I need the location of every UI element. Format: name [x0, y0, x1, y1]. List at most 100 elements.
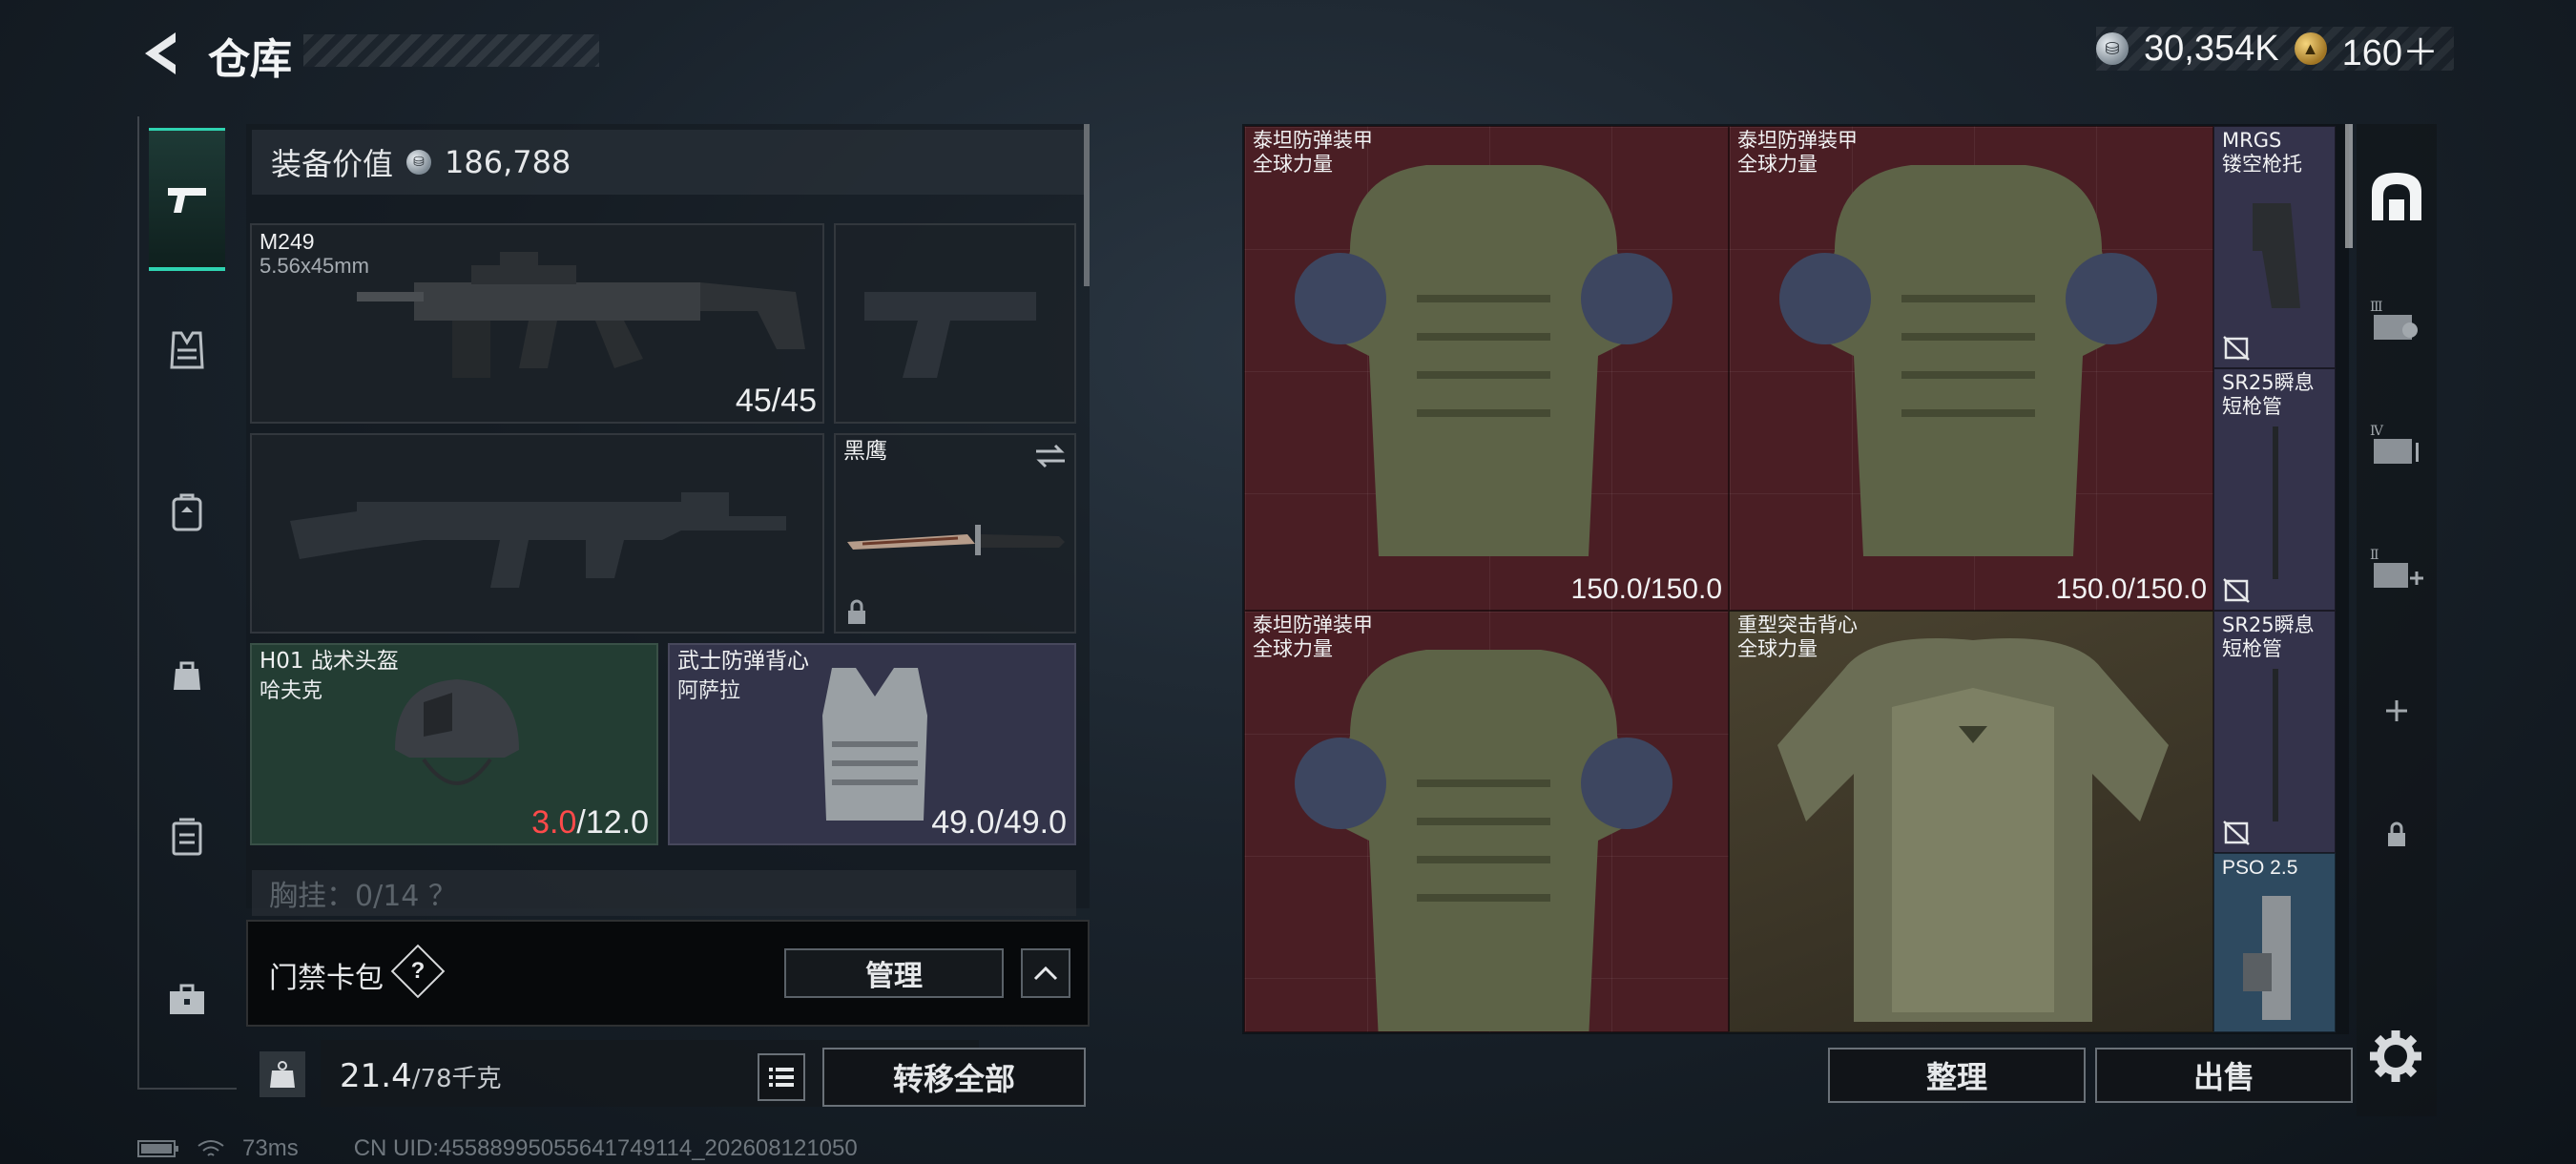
plus-icon [2386, 700, 2407, 721]
barrel-icon [2273, 669, 2278, 821]
vest-icon [170, 331, 204, 369]
weapon-ammo-count: 45/45 [735, 383, 817, 419]
page-title: 仓库 [208, 35, 292, 84]
stash-item-sr25-barrel[interactable]: SR25瞬息 短枪管 [2213, 368, 2336, 611]
item-name: SR25瞬息 短枪管 [2222, 371, 2315, 418]
weight-bar: 21.4/78千克 转移全部 [246, 1034, 1090, 1112]
stash-tab-icon: Ⅱ [2370, 548, 2423, 588]
item-name: SR25瞬息 短枪管 [2222, 613, 2315, 660]
chest-rig-capacity: 胸挂：0/14 ？ [269, 880, 457, 913]
item-name: MRGS 镂空枪托 [2222, 129, 2302, 176]
stash-item-titan-armor[interactable]: 泰坦防弹装甲 全球力量 150.0/150.0 [1244, 126, 1729, 611]
bag-icon [174, 661, 200, 690]
sell-button[interactable]: 出售 [2095, 1048, 2353, 1103]
stash-tab-icon: Ⅳ [2370, 424, 2419, 464]
armor-durability: 49.0/49.0 [931, 804, 1067, 841]
status-bar: 73ms CN UID:4558899505564174911​4_202608… [137, 1135, 858, 1162]
armor-icon [1295, 165, 1672, 556]
machine-gun-icon [357, 252, 805, 378]
item-durability: 150.0/150.0 [2055, 573, 2207, 605]
uninsured-icon [2223, 821, 2250, 845]
armor-icon [1779, 165, 2157, 556]
knife-icon [847, 525, 1065, 555]
primary-weapon-slot[interactable]: M249 5.56x45mm 45/45 [250, 223, 824, 424]
melee-slot[interactable]: 黑鹰 [834, 433, 1076, 634]
lock-icon [848, 599, 865, 624]
stash-scrollbar[interactable] [2345, 124, 2353, 248]
armor-name: 武士防弹背心 [677, 649, 809, 674]
nav-armor[interactable] [149, 279, 225, 422]
uninsured-icon [2223, 578, 2250, 603]
back-button[interactable] [134, 27, 191, 80]
body-armor-slot[interactable]: 武士防弹背心 阿萨拉 49.0/49.0 [668, 643, 1076, 845]
settings-button[interactable] [2366, 1027, 2425, 1086]
uid-text: CN UID:4558899505564174911​4_20260812105… [353, 1135, 858, 1161]
stash-page-2[interactable]: Ⅱ [2357, 515, 2437, 620]
pistol-placeholder-icon [864, 292, 1036, 378]
gold-currency-value: 160＋ [2341, 32, 2439, 73]
case-icon [172, 818, 202, 856]
stash-page-3[interactable]: Ⅲ [2357, 267, 2437, 372]
lock-icon [2388, 821, 2405, 846]
stash-item-mrgs-stock[interactable]: MRGS 镂空枪托 [2213, 126, 2336, 368]
vest-icon [822, 668, 927, 821]
chest-rig-row[interactable]: 胸挂：0/14 ？ [252, 870, 1076, 916]
equipment-scrollbar[interactable] [1084, 124, 1090, 286]
nav-weapons[interactable] [149, 128, 225, 271]
transfer-all-button[interactable]: 转移全部 [822, 1048, 1086, 1107]
secondary-weapon-slot-empty[interactable] [250, 433, 824, 634]
svg-text:Ⅲ: Ⅲ [2370, 300, 2383, 315]
silver-currency-value: 30,354K [2144, 28, 2279, 69]
stock-icon [2253, 203, 2300, 308]
nav-bag[interactable] [149, 603, 225, 746]
item-name: PSO 2.5 [2222, 857, 2298, 879]
armor-faction: 阿萨拉 [677, 679, 741, 703]
help-icon[interactable]: ? [390, 944, 446, 999]
gold-coin-icon: ▲ [2294, 32, 2327, 65]
helmet-slot[interactable]: H01 战术头盔 哈夫克 3.0/12.0 [250, 643, 658, 845]
vest-icon [1777, 638, 2169, 1022]
locked-stash-page[interactable] [2357, 782, 2437, 887]
pistol-slot-empty[interactable] [834, 223, 1076, 424]
sort-button[interactable]: 整理 [1828, 1048, 2086, 1103]
backpack-icon [172, 493, 202, 531]
manage-button[interactable]: 管理 [784, 948, 1004, 998]
uninsured-icon [2223, 336, 2250, 361]
stash-sidebar: Ⅲ Ⅳ Ⅱ [2357, 124, 2437, 1116]
helmet-name: H01 战术头盔 [260, 649, 399, 674]
battery-icon [137, 1140, 178, 1157]
item-durability: 150.0/150.0 [1570, 573, 1722, 605]
nav-toolbox[interactable] [149, 927, 225, 1070]
barrel-icon [2273, 426, 2278, 579]
title-decoration [303, 34, 599, 67]
warehouse-icon [2372, 173, 2421, 220]
weight-icon [260, 1051, 305, 1097]
armor-icon [1295, 650, 1672, 1031]
silver-coin-icon: ⛁ [2096, 32, 2129, 65]
stash-page-main[interactable] [2357, 143, 2437, 248]
stash-page-4[interactable]: Ⅳ [2357, 391, 2437, 496]
toolbox-icon [170, 984, 204, 1014]
stash-item-titan-armor[interactable]: 泰坦防弹装甲 全球力量 [1244, 611, 1729, 1032]
nav-backpack[interactable] [149, 441, 225, 584]
scope-icon [2243, 896, 2291, 1020]
list-view-button[interactable] [758, 1053, 805, 1101]
stash-item-sr25-barrel[interactable]: SR25瞬息 短枪管 [2213, 611, 2336, 853]
stash-item-pso-scope[interactable]: PSO 2.5 [2213, 853, 2336, 1032]
stash-tab-icon: Ⅲ [2370, 300, 2418, 340]
svg-text:Ⅳ: Ⅳ [2370, 424, 2384, 439]
keycard-bag-label: 门禁卡包 [269, 962, 384, 995]
rifle-placeholder-icon [290, 492, 786, 588]
stash-item-heavy-assault-vest[interactable]: 重型突击背心 全球力量 [1729, 611, 2213, 1032]
add-stash-page-button[interactable] [2357, 658, 2437, 763]
equipment-value-row: 装备价值 ⛁ 186,788 [252, 130, 1084, 195]
helmet-icon [395, 679, 519, 785]
wifi-icon [197, 1140, 224, 1156]
collapse-button[interactable] [1021, 948, 1070, 998]
swap-icon[interactable] [1034, 443, 1067, 469]
equipment-value-amount: 186,788 [445, 144, 571, 180]
helmet-durability: 3.0/12.0 [531, 804, 649, 841]
weapon-name: M249 [260, 229, 315, 254]
nav-case[interactable] [149, 765, 225, 908]
stash-item-titan-armor[interactable]: 泰坦防弹装甲 全球力量 150.0/150.0 [1729, 126, 2213, 611]
